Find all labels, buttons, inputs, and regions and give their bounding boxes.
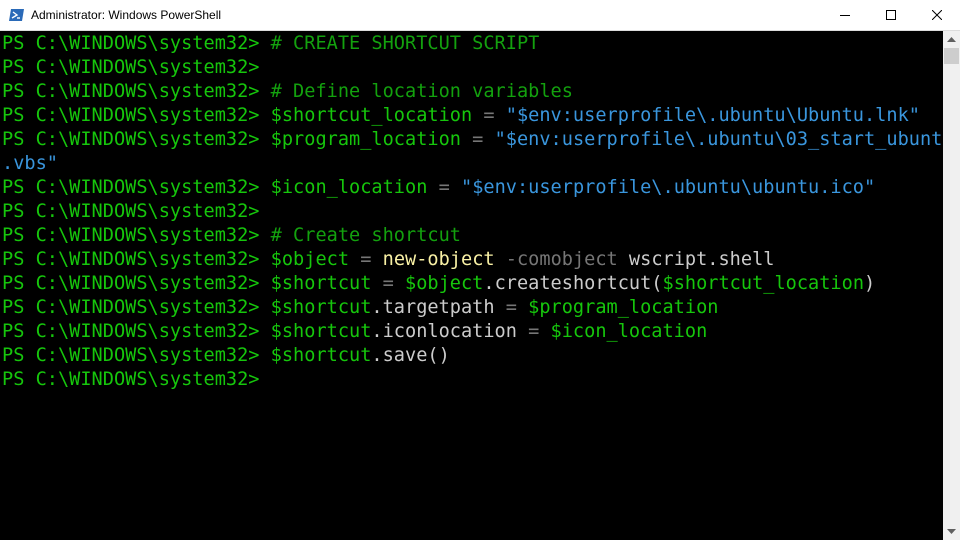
code-token-method: .targetpath	[371, 297, 495, 318]
prompt: PS C:\WINDOWS\system32>	[2, 249, 271, 270]
console-output[interactable]: PS C:\WINDOWS\system32> # CREATE SHORTCU…	[0, 31, 943, 540]
code-token-var: $shortcut	[270, 273, 372, 294]
code-token-punct: )	[864, 273, 876, 294]
maximize-icon	[886, 10, 896, 20]
code-token-method: .save()	[371, 345, 450, 366]
code-token-arg: wscript.shell	[617, 249, 775, 270]
prompt: PS C:\WINDOWS\system32>	[2, 129, 271, 150]
console-line: PS C:\WINDOWS\system32>	[2, 368, 271, 392]
minimize-icon	[840, 15, 850, 16]
vertical-scrollbar[interactable]	[943, 31, 960, 540]
code-token-method: .iconlocation	[371, 321, 517, 342]
code-token-var: $program_location	[270, 129, 461, 150]
title-bar[interactable]: Administrator: Windows PowerShell	[0, 0, 960, 31]
code-token-var: $shortcut	[270, 321, 372, 342]
code-token-op: =	[460, 129, 495, 150]
code-token-var: $shortcut	[270, 297, 372, 318]
arrow-up-icon	[947, 37, 956, 42]
code-token-str: "$env:userprofile\.ubuntu\Ubuntu.lnk"	[505, 105, 920, 126]
prompt: PS C:\WINDOWS\system32>	[2, 105, 271, 126]
code-token-param: -comobject	[494, 249, 618, 270]
code-token-var: $program_location	[528, 297, 719, 318]
prompt: PS C:\WINDOWS\system32>	[2, 81, 271, 102]
console-line: PS C:\WINDOWS\system32> $shortcut.save()	[2, 344, 450, 368]
prompt: PS C:\WINDOWS\system32>	[2, 297, 271, 318]
code-token-method: .createshortcut(	[483, 273, 663, 294]
prompt: PS C:\WINDOWS\system32>	[2, 201, 271, 222]
code-token-str: "$env:userprofile\.ubuntu\ubuntu.ico"	[461, 177, 876, 198]
code-token-var: $icon_location	[550, 321, 708, 342]
code-token-var: $object	[270, 249, 350, 270]
console-line: PS C:\WINDOWS\system32>	[2, 56, 271, 80]
code-token-op: =	[516, 321, 551, 342]
prompt: PS C:\WINDOWS\system32>	[2, 225, 271, 246]
console-line: PS C:\WINDOWS\system32> $shortcut.target…	[2, 296, 718, 320]
code-token-var: $icon_location	[270, 177, 428, 198]
close-icon	[932, 10, 942, 20]
code-token-op: =	[349, 249, 383, 270]
console-line: PS C:\WINDOWS\system32>	[2, 200, 271, 224]
prompt: PS C:\WINDOWS\system32>	[2, 369, 271, 390]
console-line: PS C:\WINDOWS\system32> # CREATE SHORTCU…	[2, 32, 539, 56]
console-line: .vbs"	[2, 152, 58, 176]
scroll-down-button[interactable]	[943, 523, 960, 540]
powershell-icon	[9, 7, 25, 23]
arrow-down-icon	[947, 529, 956, 534]
minimize-button[interactable]	[822, 0, 868, 30]
console-line: PS C:\WINDOWS\system32> $object = new-ob…	[2, 248, 774, 272]
close-button[interactable]	[914, 0, 960, 30]
powershell-window: Administrator: Windows PowerShell PS C:\…	[0, 0, 960, 540]
code-token-var: $shortcut_location	[662, 273, 865, 294]
code-token-op: =	[494, 297, 529, 318]
prompt: PS C:\WINDOWS\system32>	[2, 273, 271, 294]
console-line: PS C:\WINDOWS\system32> # Define locatio…	[2, 80, 573, 104]
code-token-var: $object	[405, 273, 484, 294]
code-token-comment: # Create shortcut	[270, 225, 461, 246]
code-token-op: =	[427, 177, 461, 198]
code-token-comment: # Define location variables	[270, 81, 573, 102]
code-token-var: $shortcut	[270, 345, 372, 366]
maximize-button[interactable]	[868, 0, 914, 30]
code-token-cmd: new-object	[382, 249, 495, 270]
window-title: Administrator: Windows PowerShell	[31, 8, 222, 22]
console-line: PS C:\WINDOWS\system32> $icon_location =…	[2, 176, 875, 200]
scrollbar-thumb[interactable]	[944, 48, 959, 64]
prompt: PS C:\WINDOWS\system32>	[2, 321, 271, 342]
code-token-op: =	[371, 273, 406, 294]
console-line: PS C:\WINDOWS\system32> # Create shortcu…	[2, 224, 461, 248]
window-controls	[822, 0, 960, 30]
console-line: PS C:\WINDOWS\system32> $program_locatio…	[2, 128, 943, 152]
scroll-up-button[interactable]	[943, 31, 960, 48]
code-token-op: =	[472, 105, 506, 126]
code-token-var: $shortcut_location	[270, 105, 473, 126]
prompt: PS C:\WINDOWS\system32>	[2, 177, 271, 198]
console-line: PS C:\WINDOWS\system32> $shortcut.iconlo…	[2, 320, 707, 344]
code-token-comment: # CREATE SHORTCUT SCRIPT	[270, 33, 540, 54]
prompt: PS C:\WINDOWS\system32>	[2, 345, 271, 366]
console-line: PS C:\WINDOWS\system32> $shortcut_locati…	[2, 104, 920, 128]
code-token-str: "$env:userprofile\.ubuntu\03_start_ubunt…	[494, 129, 943, 150]
prompt: PS C:\WINDOWS\system32>	[2, 33, 271, 54]
prompt: PS C:\WINDOWS\system32>	[2, 57, 271, 78]
console-line: PS C:\WINDOWS\system32> $shortcut = $obj…	[2, 272, 875, 296]
line-continuation: .vbs"	[2, 153, 58, 174]
